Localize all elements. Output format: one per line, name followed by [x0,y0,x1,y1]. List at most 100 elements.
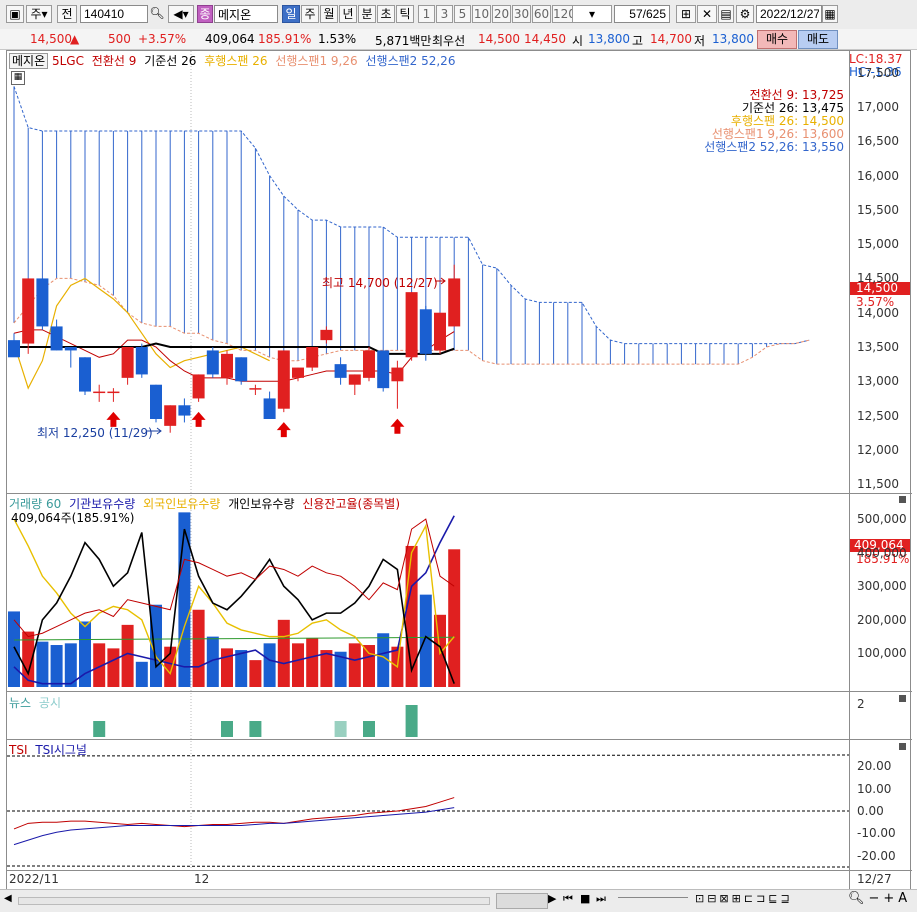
candle-body [405,292,418,358]
legend-tenkan[interactable]: 전환선 9 [92,54,137,68]
legend-span2[interactable]: 선행스팬2 52,26 [365,54,455,68]
legend-lag-span[interactable]: 후행스팬 26 [204,54,267,68]
buy-button[interactable]: 매수 [757,30,797,49]
news-legend: 뉴스 공시 [9,694,61,711]
crosshair-icon[interactable]: ✕ [697,5,717,23]
range-select[interactable]: ▾ [572,5,612,23]
legend-stock[interactable]: 메지온 [9,53,49,69]
news-marker [221,721,233,737]
scroll-right-icon[interactable]: ▶ [548,892,556,905]
date-input[interactable] [756,5,822,23]
window-icon[interactable]: ▣ [6,5,24,23]
indicator-values: 전환선 9: 13,725 기준선 26: 13,475 후행스팬 26: 14… [607,89,844,154]
legend-individual[interactable]: 개인보유수량 [228,497,294,511]
candle-body [64,347,77,351]
candle-body [22,278,35,344]
legend-5lgc[interactable]: 5LGC [52,54,84,68]
x-label-mid: 12 [194,872,210,886]
gear-icon[interactable]: ⚙ [736,5,754,23]
fast-forward-icon[interactable]: ⏭ [596,892,606,906]
chart-canvas[interactable] [7,51,910,889]
candle-body [377,350,390,389]
timeframe-2[interactable]: 월 [320,5,338,23]
legend-tsi-signal[interactable]: TSI시그널 [35,743,87,757]
interval-10[interactable]: 10 [472,5,491,23]
quote-bar: 14,500 ▲ 500 +3.57% 409,064 185.91% 1.53… [0,29,917,50]
tsi-ytick: 10.00 [857,781,892,796]
news-marker [334,721,347,737]
tsi-ytick: 0.00 [857,804,884,818]
price-ytick: 14,500 [857,271,899,286]
volume-bar [277,619,290,687]
bottom-bar: ◀ ▶ ⏮ ■ ⏭ ⊡⊟⊠⊞⊏⊐⊑⊒ 🔍︎−+A [0,889,917,912]
period-select[interactable]: 주▾ [26,5,52,23]
stock-code-input[interactable] [80,5,148,23]
table-icon[interactable]: ▦ [11,71,25,85]
scrollbar-track[interactable] [18,897,490,905]
news-ytick: 2 [857,697,865,711]
save-icon[interactable]: ▤ [718,5,734,23]
candle-body [348,374,361,385]
rewind-icon[interactable]: ⏮ [563,892,573,906]
interval-60[interactable]: 60 [532,5,551,23]
zoom-controls[interactable]: 🔍︎−+A [848,891,911,906]
interval-5[interactable]: 5 [454,5,471,23]
legend-span1[interactable]: 선행스팬1 9,26 [275,54,357,68]
legend-tsi[interactable]: TSI [9,743,28,757]
calendar-icon[interactable]: ▦ [822,5,838,23]
speaker-icon[interactable]: ◀▾ [168,5,194,23]
volume-bar [178,512,191,687]
buy-signal-arrow [191,411,206,427]
sell-button[interactable]: 매도 [798,30,838,49]
high-annotation: 최고 14,700 (12/27) [322,276,438,290]
speed-slider[interactable] [618,897,688,902]
chart-area[interactable]: 메지온 5LGC 전환선 9 기준선 26 후행스팬 26 선행스팬1 9,26… [6,50,912,890]
toolbar: ▣ 주▾ 전 🔍︎ ◀▾ 종 일주월년분초틱 13510203060120 ▾ … [0,0,917,30]
scroll-left-icon[interactable]: ◀ [4,893,14,907]
search-icon[interactable]: 🔍︎ [148,5,166,23]
timeframe-1[interactable]: 주 [301,5,319,23]
volume-ytick: 300,000 [857,579,907,594]
legend-credit[interactable]: 신용잔고율(종목별) [302,497,400,511]
interval-1[interactable]: 1 [418,5,435,23]
volume-bar [221,648,233,687]
tsi-signal-line [13,807,455,846]
price-change: 500 [108,32,131,46]
timeframe-6[interactable]: 틱 [396,5,414,23]
buy-signal-arrow [390,418,405,434]
legend-kijun[interactable]: 기준선 26 [144,54,196,68]
timeframe-3[interactable]: 년 [339,5,357,23]
scroll-thumb[interactable] [496,893,548,909]
best-quote-label: 최우선 [432,34,466,48]
timeframe-4[interactable]: 분 [358,5,376,23]
interval-30[interactable]: 30 [512,5,531,23]
tsi-ytick: 20.00 [857,759,892,774]
volume-bar [363,645,375,687]
stock-name-input[interactable] [214,5,278,23]
legend-foreign[interactable]: 외국인보유수량 [143,497,220,511]
tsi-ytick: -10.00 [857,826,896,841]
candle-body [36,278,49,327]
timeframe-0[interactable]: 일 [282,5,300,23]
prev-button[interactable]: 전 [57,5,77,23]
legend-news[interactable]: 뉴스 [9,696,31,710]
candle-body [419,309,432,354]
stop-icon[interactable]: ■ [580,892,590,905]
open-label: 시 [572,34,584,48]
candle-icon[interactable]: ⊞ [676,5,696,23]
tsi-reference-line [7,865,850,868]
volume-bar [263,643,276,687]
drawing-tools[interactable]: ⊡⊟⊠⊞⊏⊐⊑⊒ [695,892,793,905]
page-counter[interactable] [614,5,670,23]
interval-20[interactable]: 20 [492,5,511,23]
timeframe-5[interactable]: 초 [377,5,395,23]
low-annotation: 최저 12,250 (11/29) [37,426,153,440]
news-marker [249,721,262,737]
price-ytick: 17,500 [857,65,899,80]
high-label: 고 [632,34,644,48]
price-ytick: 16,500 [857,134,899,149]
legend-disclosure[interactable]: 공시 [39,696,61,710]
high-price: 14,700 [650,32,692,46]
price-ytick: 13,500 [857,340,899,354]
interval-3[interactable]: 3 [436,5,453,23]
